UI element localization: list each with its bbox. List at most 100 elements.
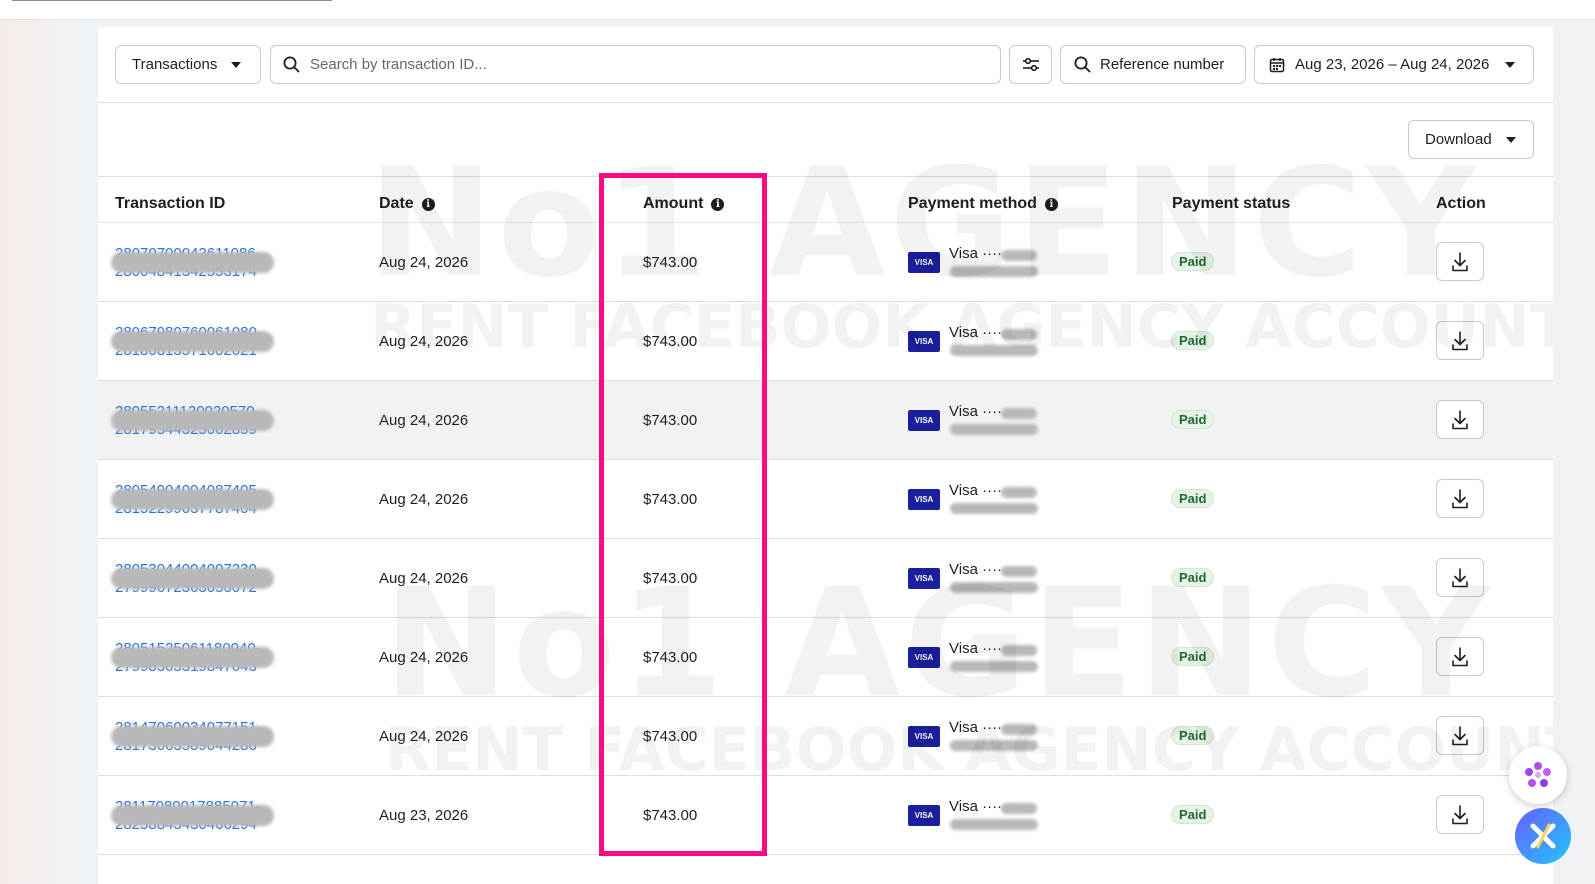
payment-method-cell: Visa ····	[949, 640, 1002, 657]
assistant-bubble[interactable]	[1509, 746, 1567, 804]
redaction-mask	[950, 424, 1038, 435]
filter-toolbar: Transactions Reference number Aug 23, 20…	[98, 27, 1553, 103]
payment-method-cell: Visa ····	[949, 798, 1002, 815]
payment-method-cell: Visa ····	[949, 482, 1002, 499]
table-row[interactable]: 28051525061180040- 27998365319847643 Aug…	[98, 618, 1553, 697]
amount-cell: $743.00	[643, 491, 698, 508]
download-icon	[1451, 725, 1469, 747]
column-label: Payment status	[1172, 195, 1291, 212]
reference-number-button[interactable]: Reference number	[1060, 45, 1246, 84]
redaction-mask	[111, 252, 274, 273]
redaction-mask	[950, 819, 1038, 830]
calendar-icon	[1269, 57, 1285, 72]
download-icon	[1451, 567, 1469, 589]
date-cell: Aug 24, 2026	[379, 491, 469, 508]
date-cell: Aug 24, 2026	[379, 254, 469, 271]
status-badge: Paid	[1171, 805, 1215, 824]
column-date[interactable]: Date i	[379, 195, 435, 213]
table-row[interactable]: 28117080017885071- 28258843430466294 Aug…	[98, 776, 1553, 855]
table-row[interactable]: 28147060034077151- 28173063589044286 Aug…	[98, 697, 1553, 776]
column-label: Amount	[643, 195, 704, 212]
x-logo-icon	[1530, 823, 1556, 849]
search-input[interactable]	[310, 56, 910, 73]
search-icon	[1074, 56, 1091, 73]
download-label: Download	[1425, 131, 1492, 148]
card-label: Visa ····	[949, 403, 1003, 420]
download-receipt-button[interactable]	[1436, 716, 1484, 755]
chevron-down-icon	[231, 61, 242, 68]
redaction-mask	[1001, 250, 1037, 261]
table-row[interactable]: 28067980760061080- 28180813571602621 Aug…	[98, 302, 1553, 381]
download-icon	[1451, 409, 1469, 431]
redaction-mask	[1001, 803, 1037, 814]
table-row[interactable]: 28053044004007230- 27999672363050072 Aug…	[98, 539, 1553, 618]
payment-method-cell: Visa ····	[949, 245, 1002, 262]
date-cell: Aug 24, 2026	[379, 728, 469, 745]
status-badge: Paid	[1171, 331, 1215, 350]
table-header: Transaction ID Date i Amount i Payment met…	[98, 176, 1553, 223]
visa-card-icon: VISA	[908, 252, 940, 273]
table-body: 28070700042611086- 28004841342553174 Aug…	[98, 223, 1553, 855]
card-label: Visa ····	[949, 482, 1003, 499]
date-range-picker[interactable]: Aug 23, 2026 – Aug 24, 2026	[1254, 45, 1534, 84]
column-action: Action	[1436, 195, 1486, 213]
transaction-type-label: Transactions	[132, 56, 218, 73]
download-receipt-button[interactable]	[1436, 479, 1484, 518]
download-receipt-button[interactable]	[1436, 795, 1484, 834]
payment-method-cell: Visa ····	[949, 719, 1002, 736]
visa-card-icon: VISA	[908, 647, 940, 668]
date-cell: Aug 24, 2026	[379, 412, 469, 429]
amount-cell: $743.00	[643, 254, 698, 271]
download-receipt-button[interactable]	[1436, 400, 1484, 439]
amount-cell: $743.00	[643, 333, 698, 350]
app-launcher-button[interactable]	[1515, 808, 1571, 864]
card-label: Visa ····	[949, 561, 1003, 578]
redaction-mask	[1001, 329, 1037, 340]
column-label: Payment method	[908, 195, 1037, 212]
table-row[interactable]: 28054904004087405- 28152299037787404 Aug…	[98, 460, 1553, 539]
date-range-label: Aug 23, 2026 – Aug 24, 2026	[1295, 56, 1490, 73]
column-label: Action	[1436, 195, 1486, 212]
download-receipt-button[interactable]	[1436, 321, 1484, 360]
redaction-mask	[950, 740, 1038, 751]
table-row[interactable]: 28055211120020570- 28179544325062859 Aug…	[98, 381, 1553, 460]
download-receipt-button[interactable]	[1436, 558, 1484, 597]
info-icon[interactable]: i	[421, 197, 435, 211]
redaction-mask	[111, 489, 274, 510]
info-icon[interactable]: i	[711, 197, 725, 211]
amount-cell: $743.00	[643, 728, 698, 745]
column-amount[interactable]: Amount i	[643, 195, 725, 213]
column-payment-method[interactable]: Payment method i	[908, 195, 1058, 213]
column-payment-status[interactable]: Payment status	[1172, 195, 1290, 213]
redaction-mask	[1001, 724, 1037, 735]
status-badge: Paid	[1171, 410, 1215, 429]
date-cell: Aug 24, 2026	[379, 649, 469, 666]
card-label: Visa ····	[949, 798, 1003, 815]
download-receipt-button[interactable]	[1436, 637, 1484, 676]
table-row[interactable]: 28070700042611086- 28004841342553174 Aug…	[98, 223, 1553, 302]
column-transaction-id[interactable]: Transaction ID	[115, 195, 225, 213]
download-button[interactable]: Download	[1408, 120, 1534, 159]
download-icon	[1451, 251, 1469, 273]
amount-cell: $743.00	[643, 412, 698, 429]
status-badge: Paid	[1171, 252, 1215, 271]
flower-icon	[1525, 762, 1551, 787]
status-badge: Paid	[1171, 647, 1215, 666]
column-label: Date	[379, 195, 414, 212]
redaction-mask	[111, 805, 274, 826]
redaction-mask	[111, 331, 274, 352]
card-label: Visa ····	[949, 245, 1003, 262]
redaction-mask	[950, 582, 1038, 593]
status-badge: Paid	[1171, 568, 1215, 587]
filter-settings-button[interactable]	[1009, 45, 1052, 84]
download-receipt-button[interactable]	[1436, 242, 1484, 281]
visa-card-icon: VISA	[908, 805, 940, 826]
transaction-type-dropdown[interactable]: Transactions	[115, 45, 261, 84]
date-cell: Aug 24, 2026	[379, 333, 469, 350]
info-icon[interactable]: i	[1044, 197, 1058, 211]
payment-method-cell: Visa ····	[949, 403, 1002, 420]
redaction-mask	[111, 726, 274, 747]
search-box[interactable]	[270, 45, 1001, 84]
date-cell: Aug 23, 2026	[379, 807, 469, 824]
card-label: Visa ····	[949, 640, 1003, 657]
